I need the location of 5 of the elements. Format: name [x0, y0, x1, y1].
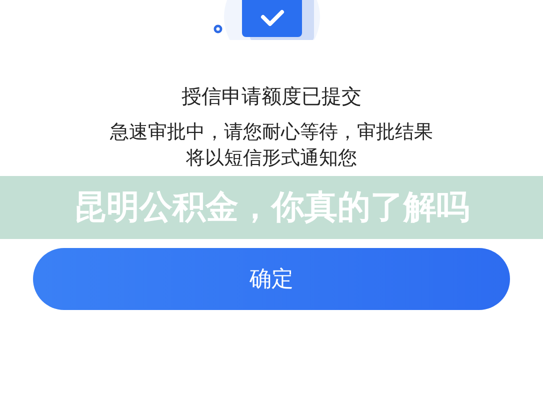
message-text: 将以短信形式通知您: [186, 146, 357, 170]
status-title: 授信申请额度已提交: [182, 84, 362, 108]
banner-title: 昆明公积金，你真的了解吗: [0, 176, 543, 239]
message-text: 急速审批中，请您耐心等待，审批结果: [110, 120, 433, 144]
confirm-button[interactable]: 确定: [33, 248, 510, 310]
